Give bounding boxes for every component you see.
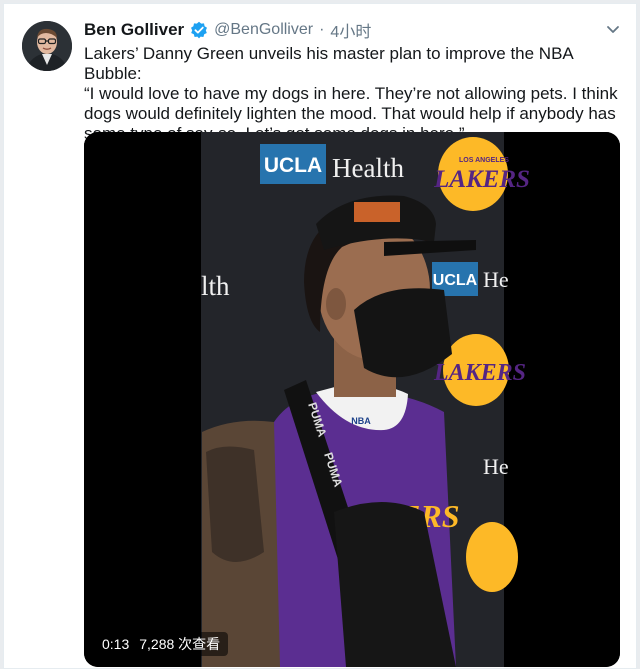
ucla-logo-text: UCLA bbox=[264, 154, 322, 177]
author-name[interactable]: Ben Golliver bbox=[84, 20, 184, 40]
ucla-partial-text: UCLA bbox=[433, 272, 478, 289]
tweet-text-line: “I would love to have my dogs in here. T… bbox=[84, 84, 618, 103]
tweet-timestamp[interactable]: 4小时 bbox=[330, 18, 371, 42]
video-info-overlay: 0:13 7,288 次查看 bbox=[94, 632, 229, 656]
avatar[interactable] bbox=[22, 21, 72, 71]
chevron-down-icon[interactable] bbox=[604, 20, 622, 38]
collar-text: NBA bbox=[351, 416, 371, 426]
tweet-text: Lakers’ Danny Green unveils his master p… bbox=[84, 44, 624, 144]
tweet-text-line: Lakers’ Danny Green unveils his master p… bbox=[84, 44, 573, 83]
tweet-card[interactable]: Ben Golliver @BenGolliver · 4小时 Lakers’ … bbox=[3, 3, 637, 669]
lakers-logo-text-2: LAKERS bbox=[433, 360, 526, 386]
avatar-image bbox=[22, 21, 72, 71]
lakers-small-text: LOS ANGELES bbox=[459, 157, 509, 164]
lakers-logo-text: LAKERS bbox=[433, 166, 530, 193]
video-player[interactable]: UCLA Health LOS ANGELES LAKERS lth UCLA … bbox=[84, 132, 620, 667]
verified-badge-icon bbox=[190, 21, 208, 39]
health-logo-text: Health bbox=[332, 153, 404, 183]
tweet-text-line: dogs would definitely lighten the mood. … bbox=[84, 104, 616, 123]
health-partial-text: He bbox=[483, 267, 509, 292]
tweet-header: Ben Golliver @BenGolliver · 4小时 bbox=[84, 18, 371, 42]
backdrop-left-word: lth bbox=[201, 271, 230, 301]
video-frame: UCLA Health LOS ANGELES LAKERS lth UCLA … bbox=[84, 132, 620, 667]
health-partial-text-2: He bbox=[483, 454, 509, 479]
video-view-count: 7,288 次查看 bbox=[139, 636, 221, 652]
author-handle[interactable]: @BenGolliver bbox=[214, 21, 313, 39]
video-elapsed-time: 0:13 bbox=[102, 636, 130, 652]
header-separator: · bbox=[319, 21, 325, 38]
